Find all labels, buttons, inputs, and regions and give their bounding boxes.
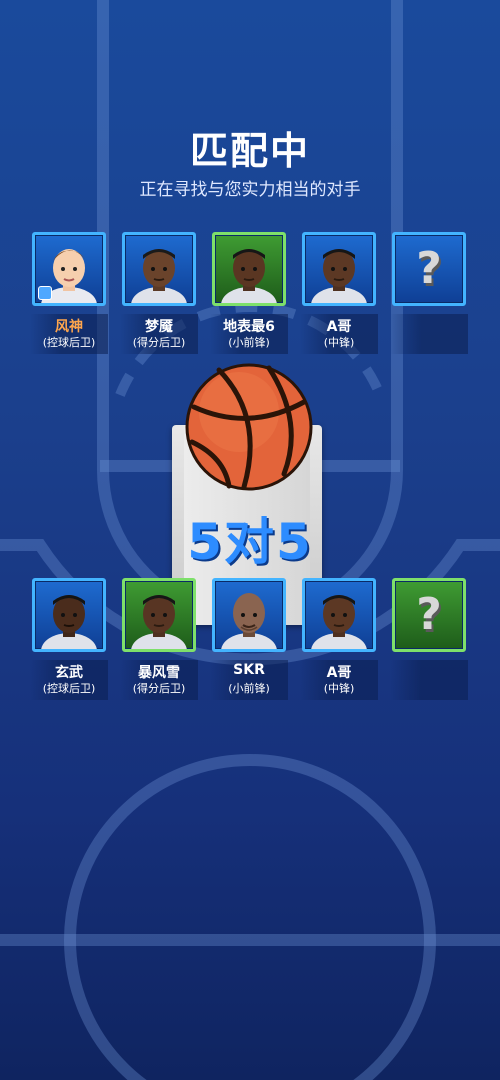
player-position: (中锋) — [323, 336, 355, 349]
player-position: (小前锋) — [228, 336, 270, 349]
player-position: (得分后卫) — [132, 336, 186, 349]
player-name: SKR — [233, 662, 265, 678]
player-slot[interactable]: 风神 (控球后卫) — [30, 232, 108, 356]
player-position: (控球后卫) — [42, 336, 96, 349]
empty-avatar: ? — [392, 578, 466, 652]
player-name: 梦魇 — [145, 319, 173, 335]
player-avatar — [302, 232, 376, 306]
player-avatar — [212, 232, 286, 306]
player-slot[interactable]: 地表最6 (小前锋) — [210, 232, 288, 356]
empty-avatar: ? — [392, 232, 466, 306]
self-badge — [38, 286, 52, 300]
player-name: A哥 — [326, 665, 352, 681]
player-slot[interactable]: 玄武 (控球后卫) — [30, 578, 108, 702]
player-avatar — [122, 232, 196, 306]
player-position: (小前锋) — [228, 682, 270, 695]
empty-player-slot[interactable]: ? — [390, 232, 468, 356]
player-name: 风神 — [55, 319, 83, 335]
empty-player-slot[interactable]: ? — [390, 578, 468, 702]
versus-label: 5对5 — [187, 513, 313, 571]
player-name: 玄武 — [55, 665, 83, 681]
team-top: 风神 (控球后卫) 梦魇 (得分后卫) 地表最6 (小前锋) A哥 (中锋) ? — [30, 232, 472, 356]
player-slot[interactable]: SKR (小前锋) — [210, 578, 288, 702]
player-avatar — [212, 578, 286, 652]
player-position: (得分后卫) — [132, 682, 186, 695]
player-name: 暴风雪 — [138, 665, 180, 681]
page-subtitle: 正在寻找与您实力相当的对手 — [139, 180, 361, 200]
player-name: A哥 — [326, 319, 352, 335]
team-bottom: 玄武 (控球后卫) 暴风雪 (得分后卫) SKR (小前锋) A哥 (中锋) ? — [30, 578, 472, 702]
player-slot[interactable]: 梦魇 (得分后卫) — [120, 232, 198, 356]
player-avatar — [32, 578, 106, 652]
player-slot[interactable]: 暴风雪 (得分后卫) — [120, 578, 198, 702]
player-position: (中锋) — [323, 682, 355, 695]
page-title: 匹配中 — [189, 129, 310, 173]
player-slot[interactable]: A哥 (中锋) — [300, 578, 378, 702]
player-slot[interactable]: A哥 (中锋) — [300, 232, 378, 356]
player-avatar — [32, 232, 106, 306]
player-avatar — [122, 578, 196, 652]
question-mark-icon: ? — [416, 243, 442, 294]
basketball-icon — [185, 363, 313, 491]
player-position: (控球后卫) — [42, 682, 96, 695]
question-mark-icon: ? — [416, 589, 442, 640]
player-name: 地表最6 — [223, 319, 275, 335]
player-avatar — [302, 578, 376, 652]
